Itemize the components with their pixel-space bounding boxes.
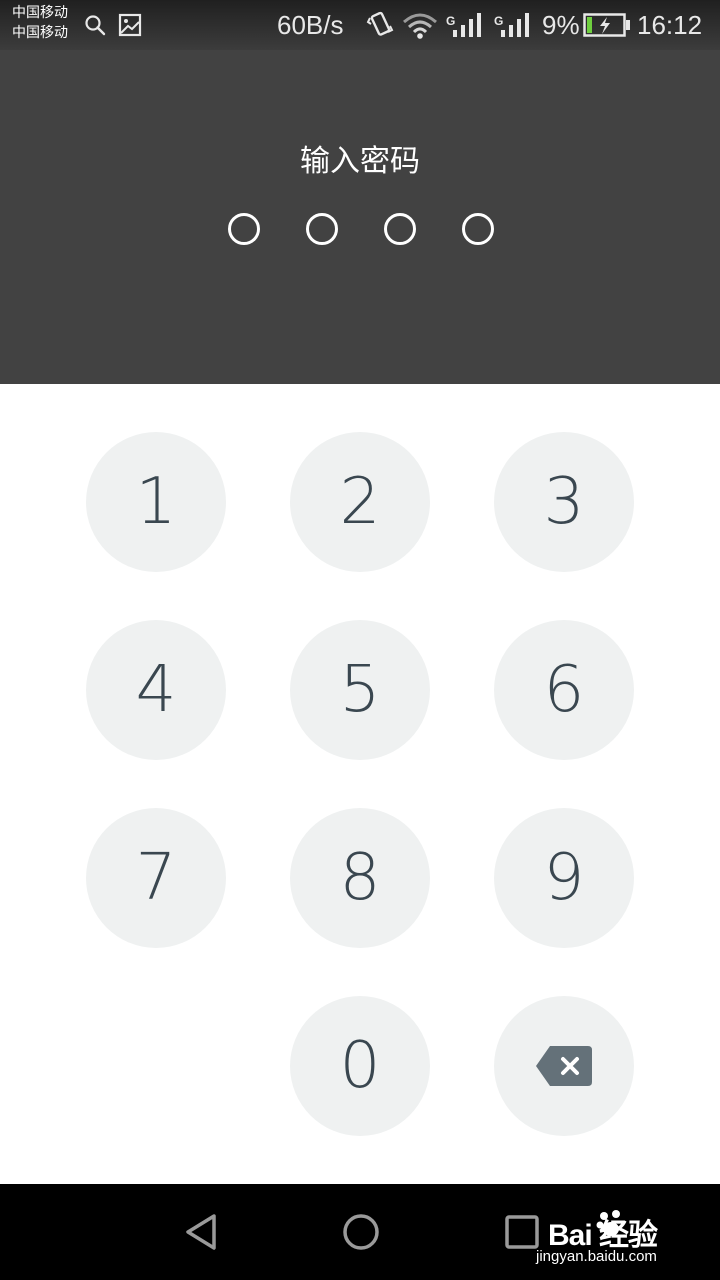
key-4[interactable]: 4 [86,620,226,760]
key-0[interactable]: 0 [290,996,430,1136]
paw-icon [596,1210,620,1236]
carrier-1: 中国移动 [12,5,68,21]
signal-icon [453,13,481,37]
net-speed: 60B/s [277,10,344,40]
baidu-jingyan-watermark: Bai 经验 jingyan.baidu.com [496,1202,696,1272]
pin-indicator [0,213,720,245]
navigation-bar: Bai 经验 jingyan.baidu.com [0,1184,720,1280]
battery-percent: 9% [542,10,580,40]
key-7[interactable]: 7 [86,808,226,948]
key-6[interactable]: 6 [494,620,634,760]
watermark-url: jingyan.baidu.com [536,1248,657,1265]
signal-icon [501,13,529,37]
battery-charging-icon [583,13,630,37]
wifi-icon [403,13,437,39]
home-icon[interactable] [341,1212,381,1252]
pin-dot [306,213,338,245]
key-5[interactable]: 5 [290,620,430,760]
vibrate-icon [366,11,394,36]
delete-button[interactable] [494,996,634,1136]
backspace-icon [536,1046,592,1086]
carrier-labels: 中国移动 中国移动 [12,2,68,44]
key-3[interactable]: 3 [494,432,634,572]
pin-keypad: 1 2 3 4 5 6 7 8 9 0 [0,384,720,1184]
clock: 16:12 [637,10,703,40]
key-9[interactable]: 9 [494,808,634,948]
status-bar: 中国移动 中国移动 60B/s G G 9% 16:12 [0,0,720,50]
key-1[interactable]: 1 [86,432,226,572]
key-8[interactable]: 8 [290,808,430,948]
pin-dot [384,213,416,245]
search-icon [85,15,106,36]
back-icon[interactable] [182,1212,222,1252]
carrier-2: 中国移动 [12,25,68,41]
pin-title: 输入密码 [300,144,420,179]
image-icon [118,13,142,37]
pin-dot [462,213,494,245]
key-2[interactable]: 2 [290,432,430,572]
pin-header: 输入密码 [0,50,720,384]
lock-screen: 中国移动 中国移动 60B/s G G 9% 16:12 输入密码 1 2 3 … [0,0,720,1280]
pin-dot [228,213,260,245]
